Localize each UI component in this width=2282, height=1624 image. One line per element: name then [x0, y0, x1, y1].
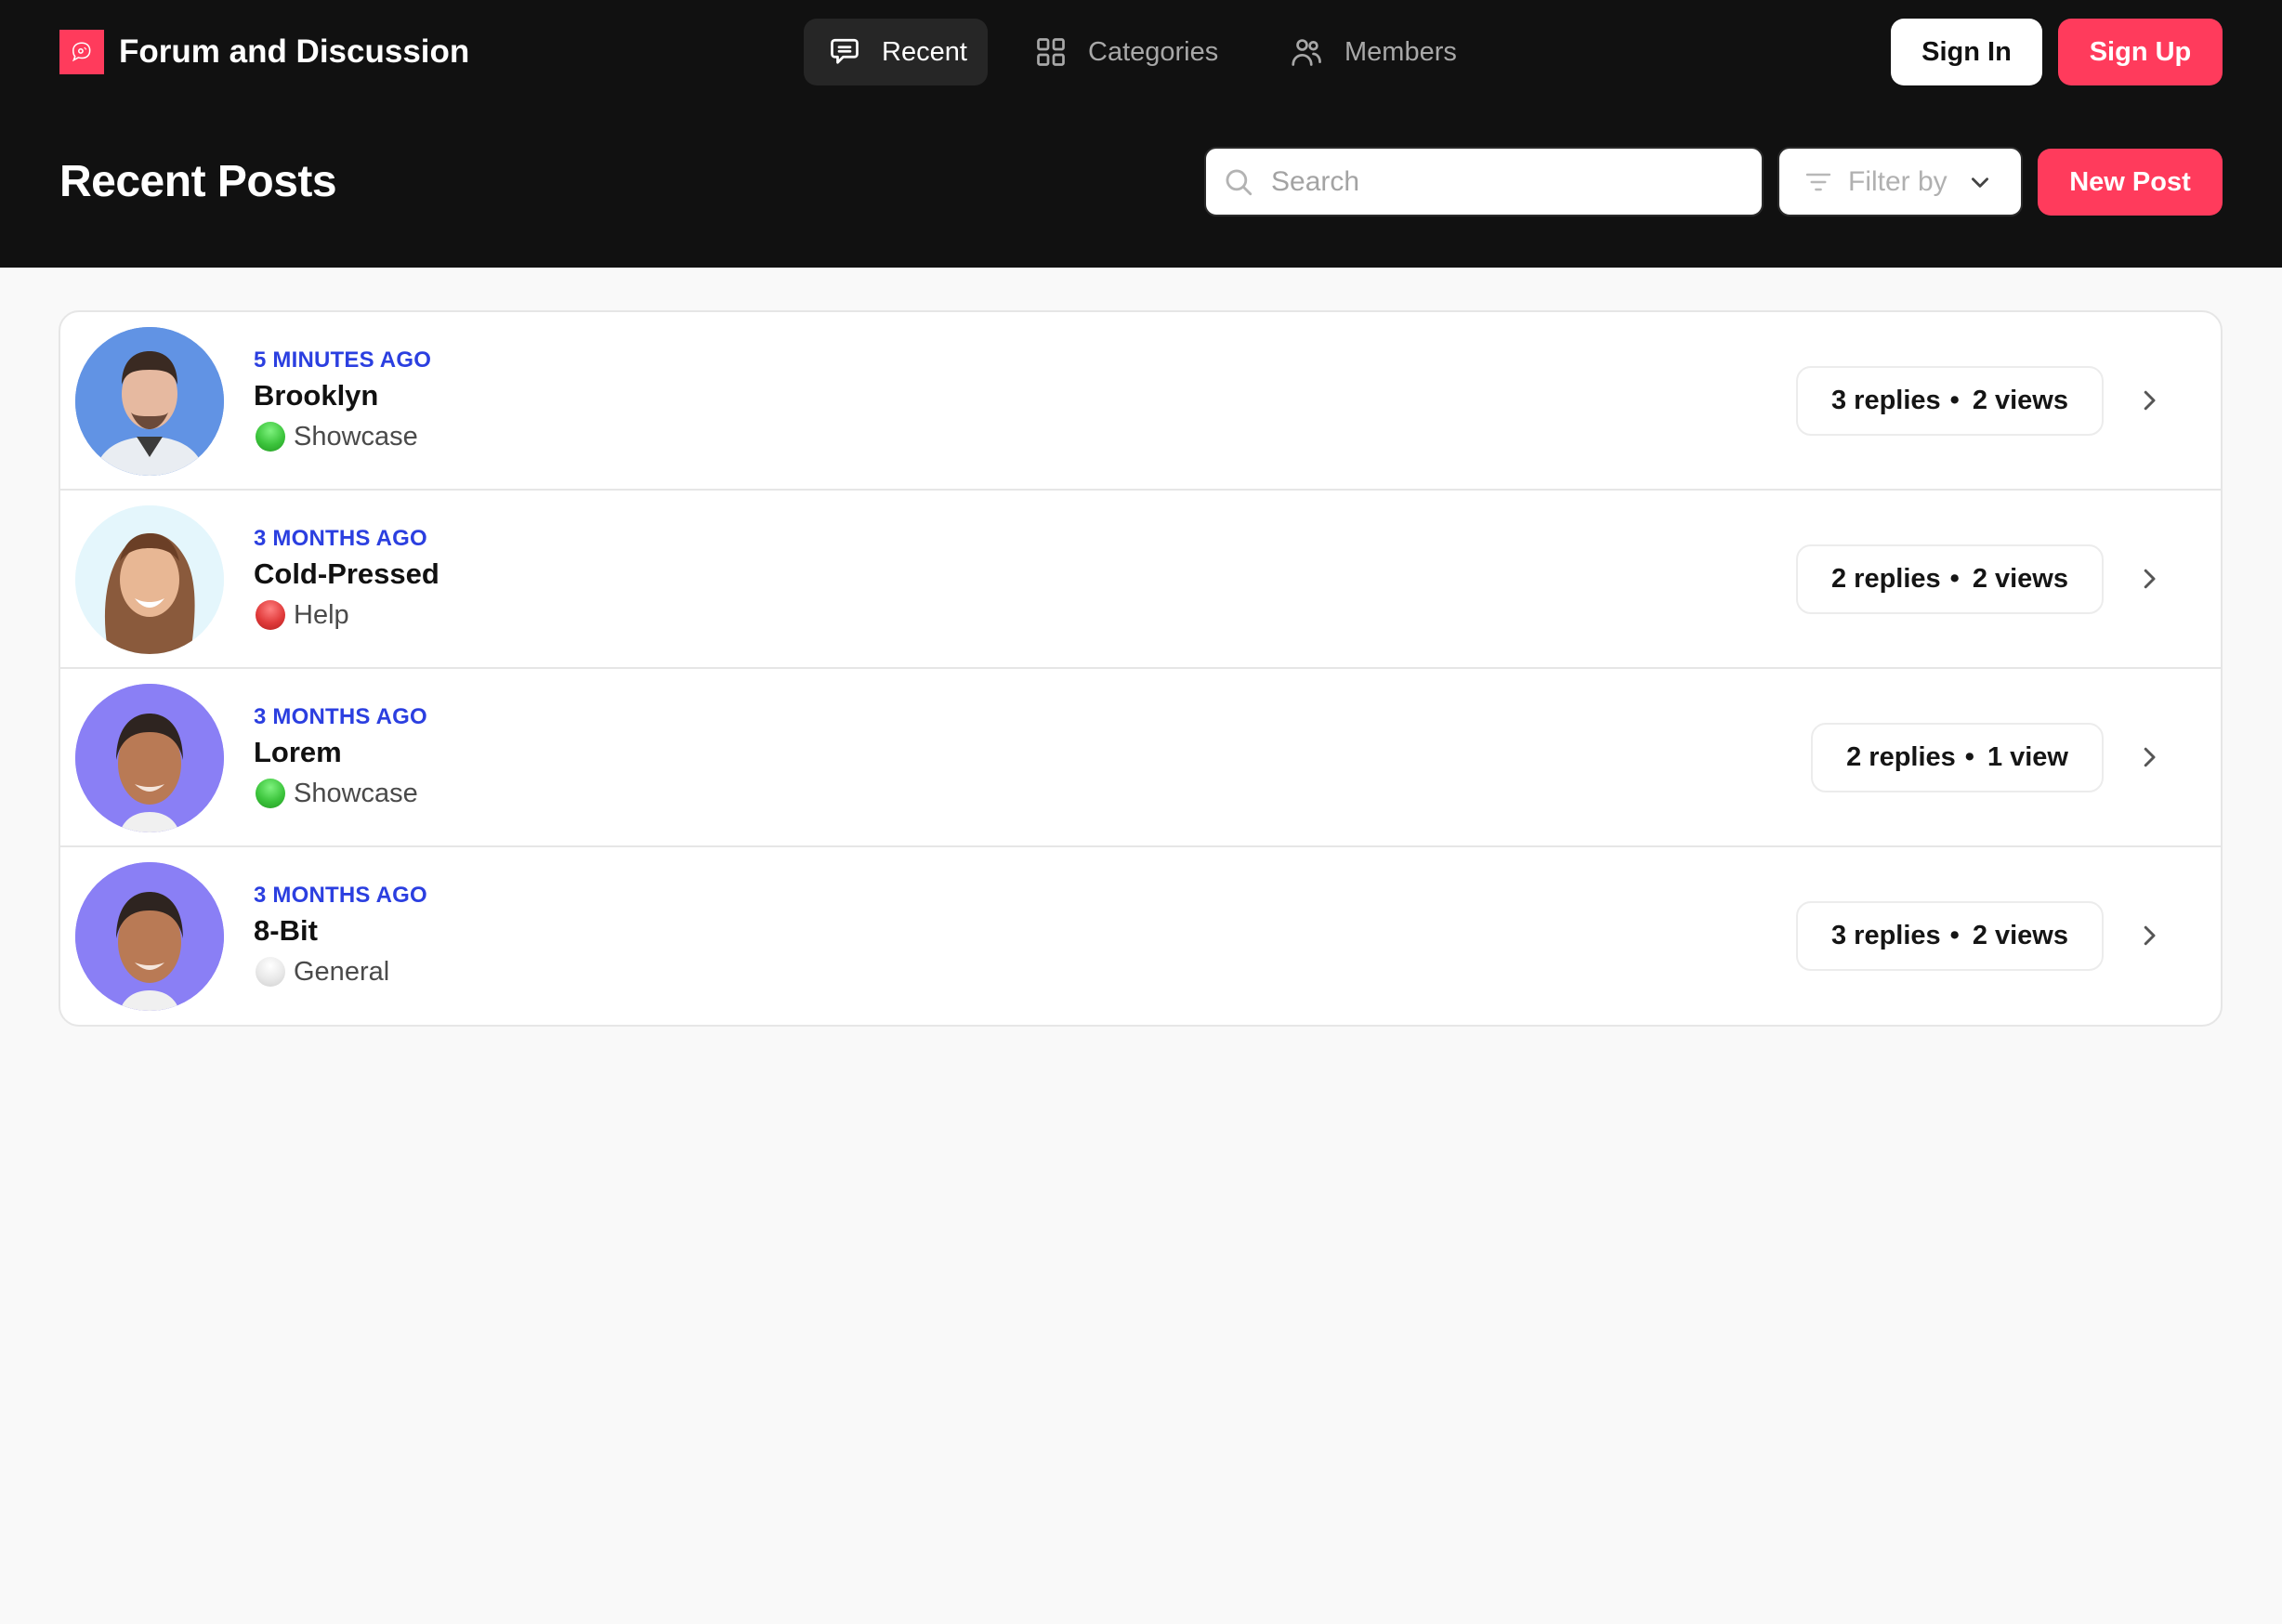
views-count: 2 views: [1972, 564, 2068, 594]
search-input[interactable]: [1271, 165, 1754, 198]
post-row[interactable]: 3 MONTHS AGO Lorem Showcase 2 replies • …: [60, 669, 2221, 847]
avatar: [75, 684, 224, 832]
post-category[interactable]: General: [254, 951, 427, 992]
avatar: [75, 505, 224, 654]
posts-list: 5 MINUTES AGO Brooklyn Showcase 3 replie…: [59, 310, 2223, 1027]
red-circle-icon: [256, 600, 285, 630]
post-timestamp: 5 MINUTES AGO: [254, 347, 432, 373]
chevron-right-icon[interactable]: [2135, 386, 2163, 414]
post-category-label: Showcase: [294, 421, 418, 452]
tab-recent[interactable]: Recent: [804, 19, 988, 85]
chevron-down-icon: [1971, 177, 1988, 188]
page-title: Recent Posts: [59, 157, 337, 206]
post-title[interactable]: Lorem: [254, 732, 427, 773]
sign-in-button[interactable]: Sign In: [1891, 19, 2042, 85]
person-photo-icon: [75, 505, 224, 654]
person-photo-icon: [75, 327, 224, 476]
stats-separator: •: [1964, 742, 1974, 772]
tab-categories-label: Categories: [1088, 36, 1219, 67]
post-title[interactable]: Cold-Pressed: [254, 554, 439, 595]
post-category[interactable]: Showcase: [254, 773, 427, 814]
replies-count: 2 replies: [1830, 564, 1941, 594]
post-category[interactable]: Showcase: [254, 416, 431, 457]
post-stats: 3 replies • 2 views: [1795, 366, 2104, 436]
stats-separator: •: [1949, 386, 1960, 415]
filter-icon: [1805, 173, 1831, 190]
post-row[interactable]: 3 MONTHS AGO 8-Bit General 3 replies • 2…: [60, 847, 2221, 1025]
post-title[interactable]: 8-Bit: [254, 910, 427, 951]
replies-count: 3 replies: [1830, 921, 1941, 950]
post-timestamp: 3 MONTHS AGO: [254, 526, 427, 551]
stats-separator: •: [1949, 564, 1960, 594]
search-field[interactable]: [1204, 147, 1764, 216]
sign-up-button[interactable]: Sign Up: [2058, 19, 2223, 85]
views-count: 1 view: [1987, 742, 2068, 772]
person-photo-icon: [75, 684, 224, 832]
post-stats: 2 replies • 2 views: [1795, 544, 2104, 614]
stats-separator: •: [1949, 921, 1960, 950]
post-timestamp: 3 MONTHS AGO: [254, 704, 427, 729]
chevron-right-icon[interactable]: [2135, 922, 2163, 950]
post-stats: 2 replies • 1 view: [1811, 723, 2104, 792]
avatar: [75, 327, 224, 476]
tab-members-label: Members: [1344, 36, 1457, 67]
tab-categories[interactable]: Categories: [1022, 19, 1245, 85]
grid-icon: [1037, 38, 1065, 66]
post-row[interactable]: 3 MONTHS AGO Cold-Pressed Help 2 replies…: [60, 491, 2221, 669]
chevron-right-icon[interactable]: [2135, 565, 2163, 593]
white-circle-icon: [256, 957, 285, 987]
views-count: 2 views: [1972, 386, 2068, 415]
search-icon: [1226, 169, 1252, 195]
post-category[interactable]: Help: [254, 595, 439, 635]
header: Forum and Discussion Recent Categories M…: [0, 0, 2282, 268]
replies-count: 2 replies: [1846, 742, 1956, 772]
views-count: 2 views: [1972, 921, 2068, 950]
logo[interactable]: [59, 30, 104, 74]
filter-dropdown[interactable]: Filter by: [1777, 147, 2023, 216]
users-icon: [1292, 39, 1321, 66]
post-stats: 3 replies • 2 views: [1795, 901, 2104, 971]
post-row[interactable]: 5 MINUTES AGO Brooklyn Showcase 3 replie…: [60, 312, 2221, 491]
filter-label: Filter by: [1848, 165, 1948, 197]
green-circle-icon: [256, 779, 285, 808]
post-category-label: Showcase: [294, 778, 418, 808]
post-category-label: General: [294, 956, 390, 987]
new-post-button[interactable]: New Post: [2038, 149, 2223, 216]
chevron-right-icon[interactable]: [2135, 743, 2163, 771]
post-title[interactable]: Brooklyn: [254, 375, 431, 416]
chat-bubble-icon: [72, 42, 91, 62]
green-circle-icon: [256, 422, 285, 452]
tab-recent-label: Recent: [882, 36, 967, 67]
app-title: Forum and Discussion: [119, 33, 470, 70]
post-timestamp: 3 MONTHS AGO: [254, 883, 427, 908]
chat-bubble-icon: [831, 38, 859, 64]
post-category-label: Help: [294, 599, 349, 630]
person-photo-icon: [75, 862, 224, 1011]
tab-members[interactable]: Members: [1277, 19, 1481, 85]
avatar: [75, 862, 224, 1011]
replies-count: 3 replies: [1830, 386, 1941, 415]
